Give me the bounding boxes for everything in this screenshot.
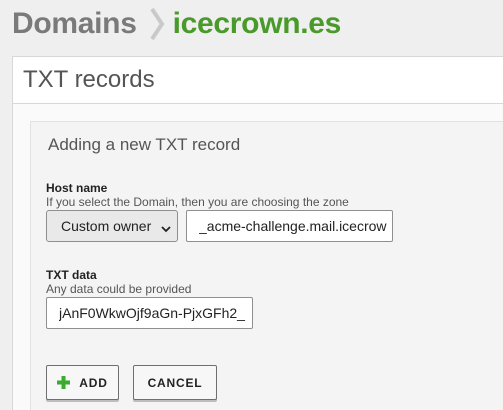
txt-data-input[interactable] xyxy=(46,297,253,329)
page: Domains icecrown.es TXT records Adding a… xyxy=(0,0,503,410)
breadcrumb: Domains icecrown.es xyxy=(12,4,341,44)
add-button-label: ADD xyxy=(79,375,108,390)
panel-body: Adding a new TXT record Host name If you… xyxy=(13,104,503,410)
owner-select[interactable]: Custom owner xyxy=(46,210,178,242)
breadcrumb-current-domain: icecrown.es xyxy=(172,7,342,40)
breadcrumb-domains-link[interactable]: Domains xyxy=(12,7,137,41)
host-name-help: If you select the Domain, then you are c… xyxy=(46,195,349,209)
txt-data-help: Any data could be provided xyxy=(46,282,192,296)
cancel-button[interactable]: CANCEL xyxy=(133,365,217,400)
panel-title: TXT records xyxy=(23,66,155,93)
cancel-button-label: CANCEL xyxy=(147,375,203,390)
form-title: Adding a new TXT record xyxy=(48,135,241,154)
chevron-right-icon xyxy=(149,7,165,41)
txt-data-label: TXT data xyxy=(46,268,97,282)
add-txt-record-form: Adding a new TXT record Host name If you… xyxy=(30,121,503,410)
plus-icon xyxy=(57,376,71,389)
host-name-input[interactable] xyxy=(186,210,393,242)
owner-select-value: Custom owner xyxy=(61,218,152,234)
add-button[interactable]: ADD xyxy=(46,365,119,400)
chevron-down-icon xyxy=(161,221,171,233)
panel-header: TXT records xyxy=(13,57,503,104)
txt-records-panel: TXT records Adding a new TXT record Host… xyxy=(12,56,503,410)
host-name-label: Host name xyxy=(46,181,108,195)
